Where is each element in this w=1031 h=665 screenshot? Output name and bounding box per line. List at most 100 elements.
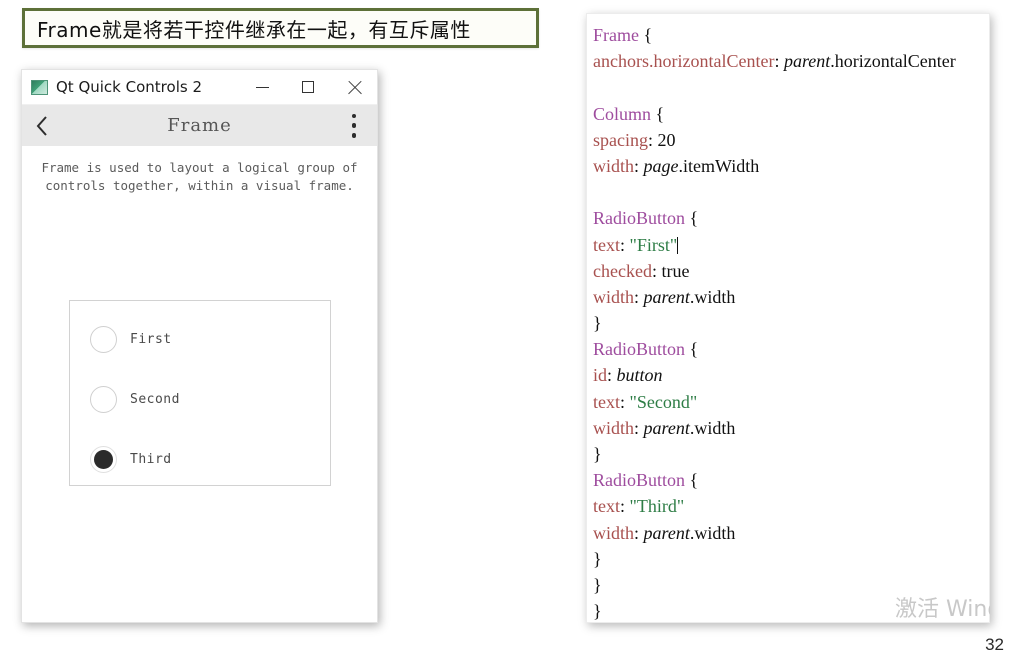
back-button[interactable] xyxy=(22,105,62,146)
code-token-str: "Second" xyxy=(629,391,698,412)
code-token-plain: } xyxy=(593,574,602,595)
code-line: anchors.horizontalCenter: parent.horizon… xyxy=(593,48,989,74)
code-token-plain: { xyxy=(685,339,699,360)
code-line: } xyxy=(593,441,989,467)
radio-label: Third xyxy=(130,451,172,467)
code-line: width: parent.width xyxy=(593,284,989,310)
window-title: Qt Quick Controls 2 xyxy=(56,78,202,96)
code-token-prop: spacing xyxy=(593,129,648,150)
qml-frame-container: First Second Third xyxy=(69,300,331,486)
slide-page-number: 32 xyxy=(985,635,1004,654)
code-token-prop: checked xyxy=(593,260,652,281)
text-cursor xyxy=(677,236,679,254)
code-token-plain: { xyxy=(638,25,653,45)
code-line: width: parent.width xyxy=(593,415,989,441)
code-token-plain: : 20 xyxy=(647,129,676,150)
qt-toolbar-title: Frame xyxy=(167,115,232,136)
code-token-plain: } xyxy=(593,313,602,334)
code-token-plain: { xyxy=(685,208,699,229)
minimize-button[interactable] xyxy=(239,70,285,105)
radio-indicator-checked xyxy=(90,445,117,473)
code-token-prop: text xyxy=(593,496,620,517)
code-token-plain: .itemWidth xyxy=(678,155,760,176)
code-line: RadioButton { xyxy=(593,467,989,493)
code-line: id: button xyxy=(593,362,989,388)
code-token-prop: text xyxy=(593,234,620,255)
maximize-button[interactable] xyxy=(285,70,331,105)
close-button[interactable] xyxy=(331,70,377,105)
code-token-prop: text xyxy=(593,391,620,412)
radio-button-third[interactable]: Third xyxy=(90,439,330,479)
code-line: text: "Third" xyxy=(593,493,989,519)
radio-indicator xyxy=(90,325,117,353)
code-token-plain: { xyxy=(685,470,699,491)
minimize-icon xyxy=(255,86,269,88)
code-token-plain: : xyxy=(607,365,617,386)
qt-toolbar: Frame xyxy=(22,105,377,146)
code-token-type: RadioButton xyxy=(593,339,686,360)
code-token-str: "First" xyxy=(629,234,678,255)
code-token-prop: width xyxy=(593,417,635,438)
code-line: text: "Second" xyxy=(593,389,989,415)
code-line: } xyxy=(593,598,989,622)
code-token-type: Frame xyxy=(593,25,639,45)
kebab-menu-icon[interactable] xyxy=(345,113,363,138)
code-token-plain: { xyxy=(651,103,665,124)
chevron-left-icon xyxy=(36,115,47,136)
code-token-type: RadioButton xyxy=(593,208,686,229)
code-token-id: parent xyxy=(643,286,690,307)
menu-dot xyxy=(351,113,357,118)
code-token-id: parent xyxy=(783,51,831,72)
code-token-prop: id xyxy=(593,365,608,386)
code-token-prop: width xyxy=(593,286,635,307)
code-token-prop: width xyxy=(593,155,635,176)
maximize-icon xyxy=(302,81,314,93)
code-line: spacing: 20 xyxy=(593,127,989,153)
code-token-plain: : xyxy=(620,391,630,412)
code-listing: Frame {anchors.horizontalCenter: parent.… xyxy=(593,22,989,622)
code-token-type: RadioButton xyxy=(593,470,686,491)
code-token-plain: .width xyxy=(689,522,736,543)
menu-dot xyxy=(351,123,357,128)
code-token-plain: : xyxy=(634,155,644,176)
code-token-plain: : xyxy=(634,417,644,438)
code-token-plain: : xyxy=(620,496,630,517)
code-token-prop: width xyxy=(593,522,635,543)
radio-button-first[interactable]: First xyxy=(90,319,330,359)
code-token-plain: : xyxy=(620,234,630,255)
qt-logo-icon xyxy=(31,79,48,95)
code-token-str: "Third" xyxy=(629,496,685,517)
code-token-plain: : xyxy=(634,522,644,543)
code-line: RadioButton { xyxy=(593,336,989,362)
close-icon xyxy=(347,80,362,95)
code-token-id: parent xyxy=(643,522,690,543)
code-line: } xyxy=(593,546,989,572)
code-token-plain: } xyxy=(593,444,602,464)
window-titlebar: Qt Quick Controls 2 xyxy=(22,70,377,105)
code-token-prop: anchors.horizontalCenter xyxy=(593,51,775,72)
code-token-id: parent xyxy=(643,417,690,438)
code-line: text: "First" xyxy=(593,232,989,258)
code-line: width: parent.width xyxy=(593,520,989,546)
code-line: width: page.itemWidth xyxy=(593,153,989,179)
slide-caption-text: Frame就是将若干控件继承在一起，有互斥属性 xyxy=(37,17,471,42)
code-line: } xyxy=(593,310,989,336)
code-token-plain: : xyxy=(634,286,644,307)
code-token-plain: .width xyxy=(689,286,736,307)
code-token-id: page xyxy=(643,155,679,176)
radio-indicator xyxy=(90,385,117,413)
code-line: checked: true xyxy=(593,258,989,284)
radio-label: Second xyxy=(130,391,180,407)
slide-caption-banner: Frame就是将若干控件继承在一起，有互斥属性 xyxy=(22,8,539,48)
code-line: Frame { xyxy=(593,22,989,48)
radio-label: First xyxy=(130,331,172,347)
menu-dot xyxy=(351,133,357,138)
code-token-plain: } xyxy=(593,548,602,569)
qt-page-body: Frame is used to layout a logical group … xyxy=(22,146,377,622)
code-token-type: Column xyxy=(593,103,652,124)
radio-button-second[interactable]: Second xyxy=(90,379,330,419)
code-token-plain: : xyxy=(774,51,784,72)
window-controls xyxy=(239,70,377,104)
